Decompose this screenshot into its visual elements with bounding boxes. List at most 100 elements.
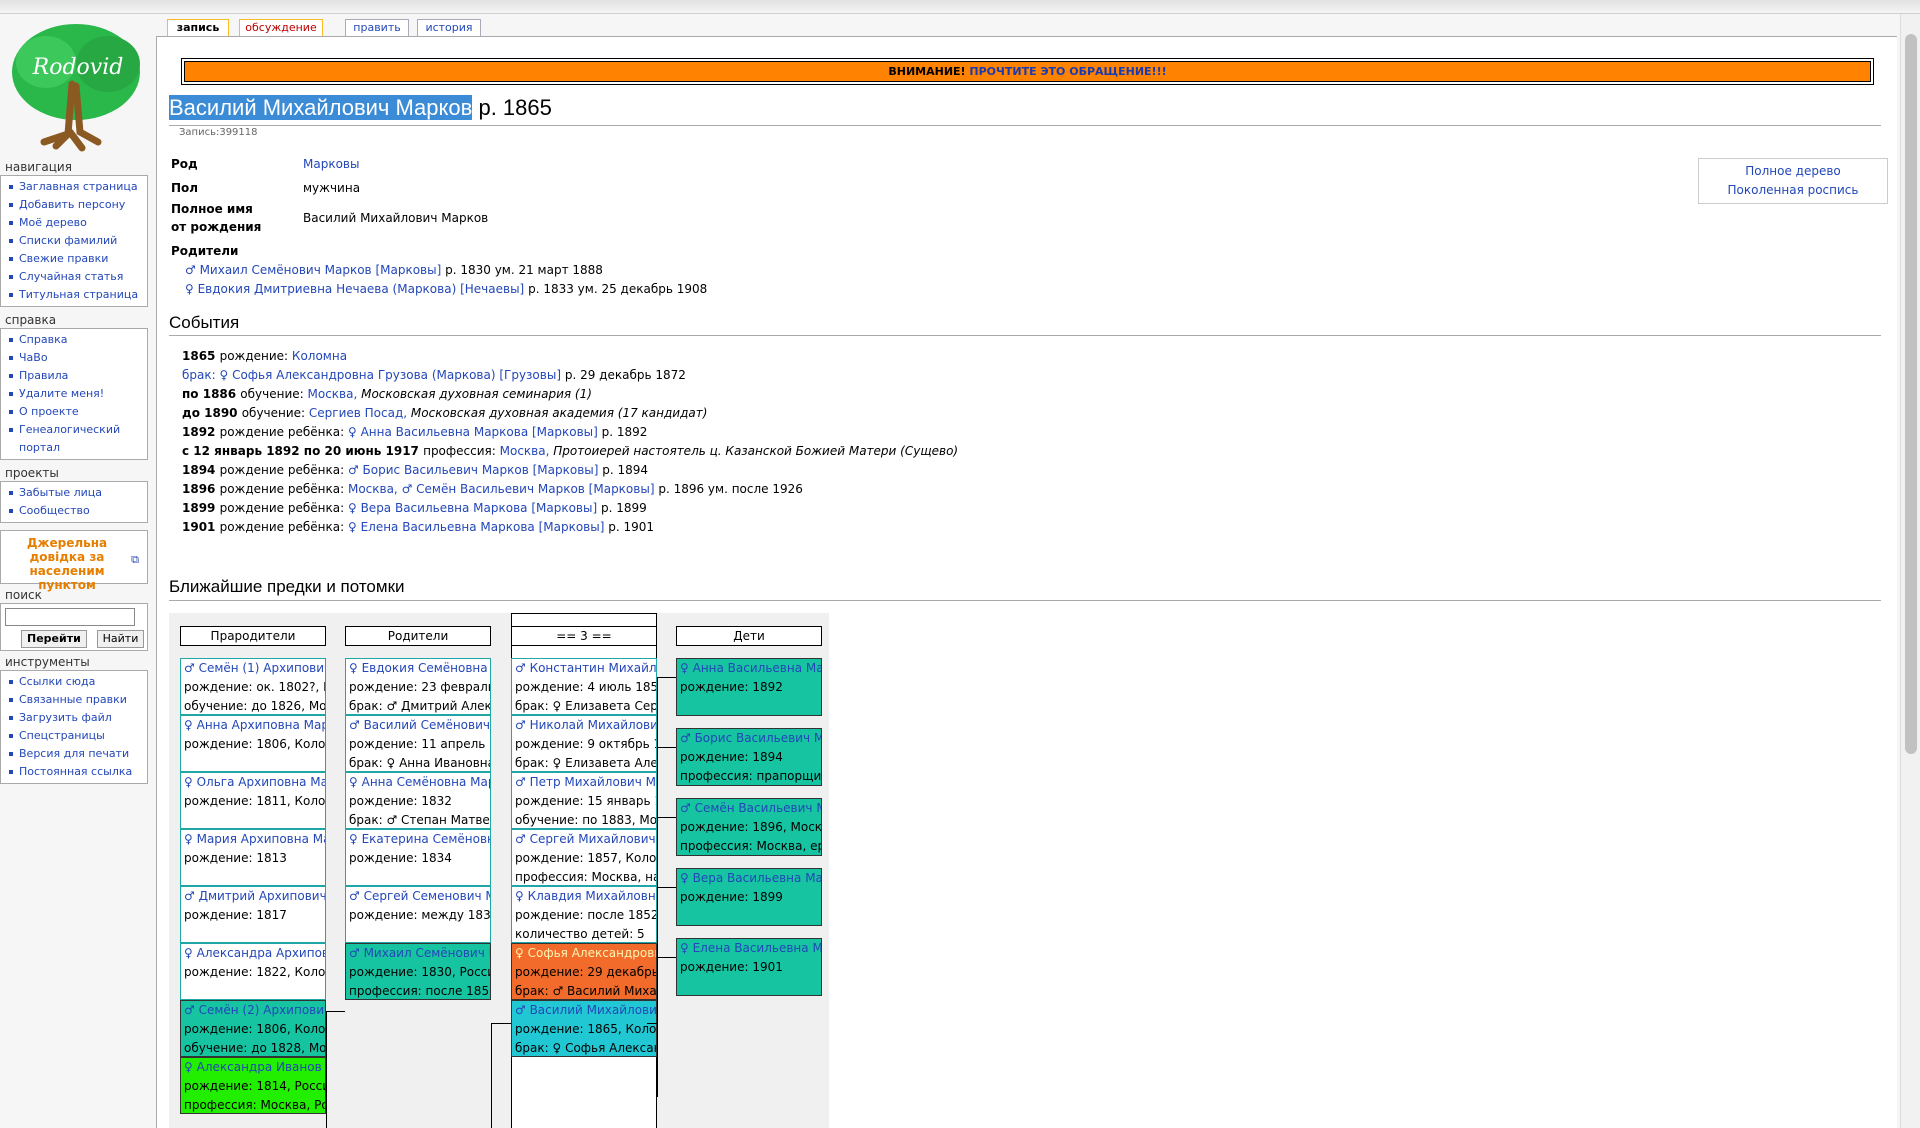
sidebar-item-tools-3[interactable]: Спецстраницы [7,727,143,745]
event-link[interactable]: ♂ Борис Васильевич Марков [Марковы] [348,463,602,477]
rodovid-logo[interactable]: Rodovid [6,14,152,154]
event-link[interactable]: Коломна [292,349,347,363]
tree-card-name[interactable]: ♂ Сергей Михайлович М [515,830,656,849]
sidebar-item-tools-4[interactable]: Версия для печати [7,745,143,763]
tree-card[interactable]: ♂ Николай Михайлович рождение: 9 октябрь … [511,715,657,772]
dzherelo-link[interactable]: Джерельна довідка за населеним пунктом ⧉ [0,530,148,592]
event-link[interactable]: Москва, [308,387,362,401]
tab-record[interactable]: запись [167,19,229,37]
event-link[interactable]: ♀ Елена Васильевна Маркова [Марковы] [348,520,608,534]
mother-clan-link[interactable]: [Нечаевы] [460,282,524,296]
scrollbar-thumb[interactable] [1905,34,1917,754]
sidebar-item-tools-2[interactable]: Загрузить файл [7,709,143,727]
rod-link[interactable]: Марковы [303,157,359,171]
tree-card[interactable]: ♀ Клавдия Михайловна рождение: после 1852… [511,886,657,943]
full-tree-link[interactable]: Полное дерево [1699,162,1887,181]
tab-discussion[interactable]: обсуждение [239,19,323,36]
tree-card[interactable]: ♂ Семён Васильевич М рождение: 1896, Моск… [676,798,822,856]
event-link[interactable]: брак: ♀ Софья Александровна Грузова (Мар… [182,368,565,382]
tree-card[interactable]: ♂ Дмитрий Архипович М рождение: 1817 [180,886,326,943]
tree-card-name[interactable]: ♀ Евдокия Семёновна М [349,659,490,678]
tree-card-name[interactable]: ♂ Петр Михайлович Ма [515,773,656,792]
tree-card[interactable]: ♀ Елена Васильевна Ма рождение: 1901 [676,938,822,996]
tree-card-name[interactable]: ♀ Анна Васильевна Мар [680,659,821,678]
tree-card-name[interactable]: ♀ Клавдия Михайловна [515,887,656,906]
page-scrollbar[interactable] [1900,14,1920,1128]
sidebar-item-navigation-6[interactable]: Титульная страница [7,286,143,304]
tree-card-name[interactable]: ♂ Константин Михайлов [515,659,656,678]
tree-card[interactable]: ♀ Анна Васильевна Мар рождение: 1892 [676,658,822,716]
sidebar-item-projects-0[interactable]: Забытые лица [7,484,143,502]
event-link[interactable]: ♀ Вера Васильевна Маркова [Марковы] [348,501,601,515]
tree-card-name[interactable]: ♂ Василий Михайлович [515,1001,656,1020]
tree-card[interactable]: ♀ Ольга Архиповна Мар рождение: 1811, Кол… [180,772,326,829]
sidebar-item-help-3[interactable]: Удалите меня! [7,385,143,403]
tree-card[interactable]: ♀ Мария Архиповна Ма рождение: 1813 [180,829,326,886]
tree-card-name[interactable]: ♂ Борис Васильевич Ма [680,729,821,748]
event-link[interactable]: Сергиев Посад, [309,406,411,420]
sidebar-item-tools-1[interactable]: Связанные правки [7,691,143,709]
tree-card-name[interactable]: ♀ Александра Иванов [184,1058,325,1077]
tree-card[interactable]: ♀ Александра Иванов рождение: 1814, Росси… [180,1057,326,1114]
generations-link[interactable]: Поколенная роспись [1699,181,1887,200]
event-link[interactable]: ♀ Анна Васильевна Маркова [Марковы] [348,425,602,439]
go-button[interactable]: Перейти [21,630,87,648]
sidebar-item-navigation-4[interactable]: Свежие правки [7,250,143,268]
tree-card-name[interactable]: ♀ Анна Архиповна Мар [184,716,325,735]
tab-history[interactable]: история [417,19,481,36]
tree-card-name[interactable]: ♀ Елена Васильевна Ма [680,939,821,958]
tree-card[interactable]: ♂ Борис Васильевич Ма рождение: 1894 профе… [676,728,822,786]
tree-card-name[interactable]: ♂ Семён Васильевич М [680,799,821,818]
sidebar-item-tools-5[interactable]: Постоянная ссылка [7,763,143,781]
tree-card-name[interactable]: ♀ Александра Архипов [184,944,325,963]
tree-card[interactable]: ♀ Евдокия Семёновна М рождение: 23 феврал… [345,658,491,715]
tree-card[interactable]: ♀ Анна Семёновна Мар рождение: 1832 брак: … [345,772,491,829]
sidebar-item-navigation-3[interactable]: Списки фамилий [7,232,143,250]
mother-link[interactable]: ♀ Евдокия Дмитриевна Нечаева (Маркова) [185,282,456,296]
tree-card[interactable]: ♂ Михаил Семёнович М рождение: 1830, Росс… [345,943,491,1000]
tree-card[interactable]: ♀ Вера Васильевна Мар рождение: 1899 [676,868,822,926]
sidebar-item-help-1[interactable]: ЧаВо [7,349,143,367]
sidebar-item-help-0[interactable]: Справка [7,331,143,349]
sidebar-item-projects-1[interactable]: Сообщество [7,502,143,520]
tab-edit[interactable]: править [345,19,409,36]
tree-card[interactable]: ♂ Василий Семёнович М рождение: 11 апрель… [345,715,491,772]
tree-card-name[interactable]: ♂ Семён (1) Архипович [184,659,325,678]
search-input[interactable] [5,608,135,626]
sidebar-item-tools-0[interactable]: Ссылки сюда [7,673,143,691]
notice-link[interactable]: ПРОЧТИТЕ ЭТО ОБРАЩЕНИЕ!!! [969,65,1166,78]
sidebar-item-help-5[interactable]: Генеалогический портал [7,421,143,457]
tree-card-name[interactable]: ♂ Дмитрий Архипович М [184,887,325,906]
tree-card-name[interactable]: ♂ Николай Михайлович [515,716,656,735]
find-button[interactable]: Найти [96,630,145,648]
tree-card-name[interactable]: ♂ Михаил Семёнович М [349,944,490,963]
tree-card[interactable]: ♂ Семён (2) Архипович рождение: 1806, Кол… [180,1000,326,1057]
tree-card[interactable]: ♀ Софья Александровн рождение: 29 декабрь… [511,943,657,1000]
tree-card[interactable]: ♀ Александра Архипов рождение: 1822, Коло… [180,943,326,1000]
sidebar-item-navigation-0[interactable]: Заглавная страница [7,178,143,196]
event-link[interactable]: Москва, ♂ Семён Васильевич Марков [Марко… [348,482,658,496]
tree-card[interactable]: ♂ Сергей Семенович Ма рождение: между 183… [345,886,491,943]
tree-card[interactable]: ♂ Петр Михайлович Ма рождение: 15 январь … [511,772,657,829]
tree-card-name[interactable]: ♂ Сергей Семенович Ма [349,887,490,906]
tree-card-name[interactable]: ♂ Василий Семёнович М [349,716,490,735]
sidebar-item-help-2[interactable]: Правила [7,367,143,385]
tree-card[interactable]: ♂ Сергей Михайлович М рождение: 1857, Кол… [511,829,657,886]
tree-card-name[interactable]: ♀ Мария Архиповна Ма [184,830,325,849]
tree-card[interactable]: ♂ Семён (1) Архипович рождение: ок. 1802?… [180,658,326,715]
event-link[interactable]: Москва, [500,444,554,458]
father-clan-link[interactable]: [Марковы] [375,263,441,277]
tree-card[interactable]: ♀ Анна Архиповна Мар рождение: 1806, Коло… [180,715,326,772]
tree-card-name[interactable]: ♀ Екатерина Семёновна [349,830,490,849]
sidebar-item-navigation-1[interactable]: Добавить персону [7,196,143,214]
sidebar-item-help-4[interactable]: О проекте [7,403,143,421]
tree-card-name[interactable]: ♀ Вера Васильевна Мар [680,869,821,888]
tree-card[interactable]: ♂ Василий Михайлович рождение: 1865, Коло… [511,1000,657,1057]
tree-card-name[interactable]: ♂ Семён (2) Архипович [184,1001,325,1020]
tree-card-name[interactable]: ♀ Ольга Архиповна Мар [184,773,325,792]
tree-card[interactable]: ♀ Екатерина Семёновна рождение: 1834 [345,829,491,886]
tree-card-name[interactable]: ♀ Анна Семёновна Мар [349,773,490,792]
sidebar-item-navigation-5[interactable]: Случайная статья [7,268,143,286]
tree-card-name[interactable]: ♀ Софья Александровн [515,944,656,963]
father-link[interactable]: ♂ Михаил Семёнович Марков [185,263,372,277]
